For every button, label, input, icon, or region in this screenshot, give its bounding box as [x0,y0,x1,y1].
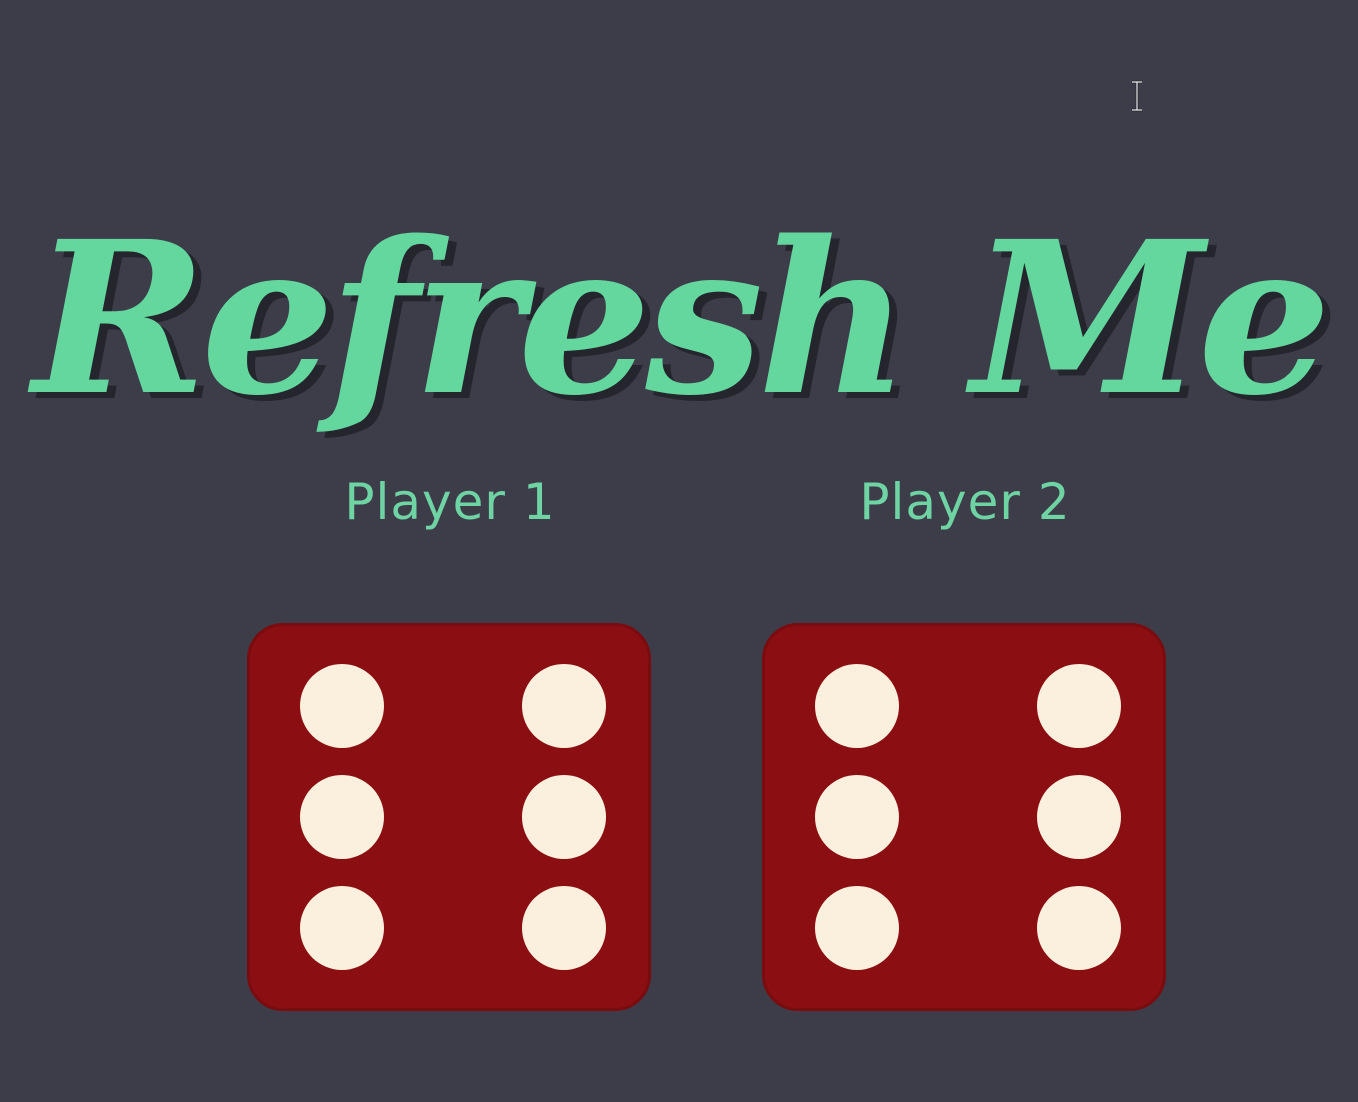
die-pip [815,664,899,748]
die-pip [300,664,384,748]
die-pip [1037,775,1121,859]
page-title: Refresh Me [32,194,1332,442]
die-pip [815,886,899,970]
player-1-die [247,623,651,1011]
die-pip [522,886,606,970]
player-2-label: Player 2 [859,473,1071,531]
die-pip [300,775,384,859]
page: Refresh Me Player 1 Player 2 [0,0,1358,1102]
die-pip [522,664,606,748]
die-pip [522,775,606,859]
player-2-die [762,623,1166,1011]
die-pip [300,886,384,970]
die-pip [815,775,899,859]
player-1-label: Player 1 [344,473,556,531]
die-pip [1037,886,1121,970]
text-cursor-icon [1132,80,1142,112]
die-pip [1037,664,1121,748]
